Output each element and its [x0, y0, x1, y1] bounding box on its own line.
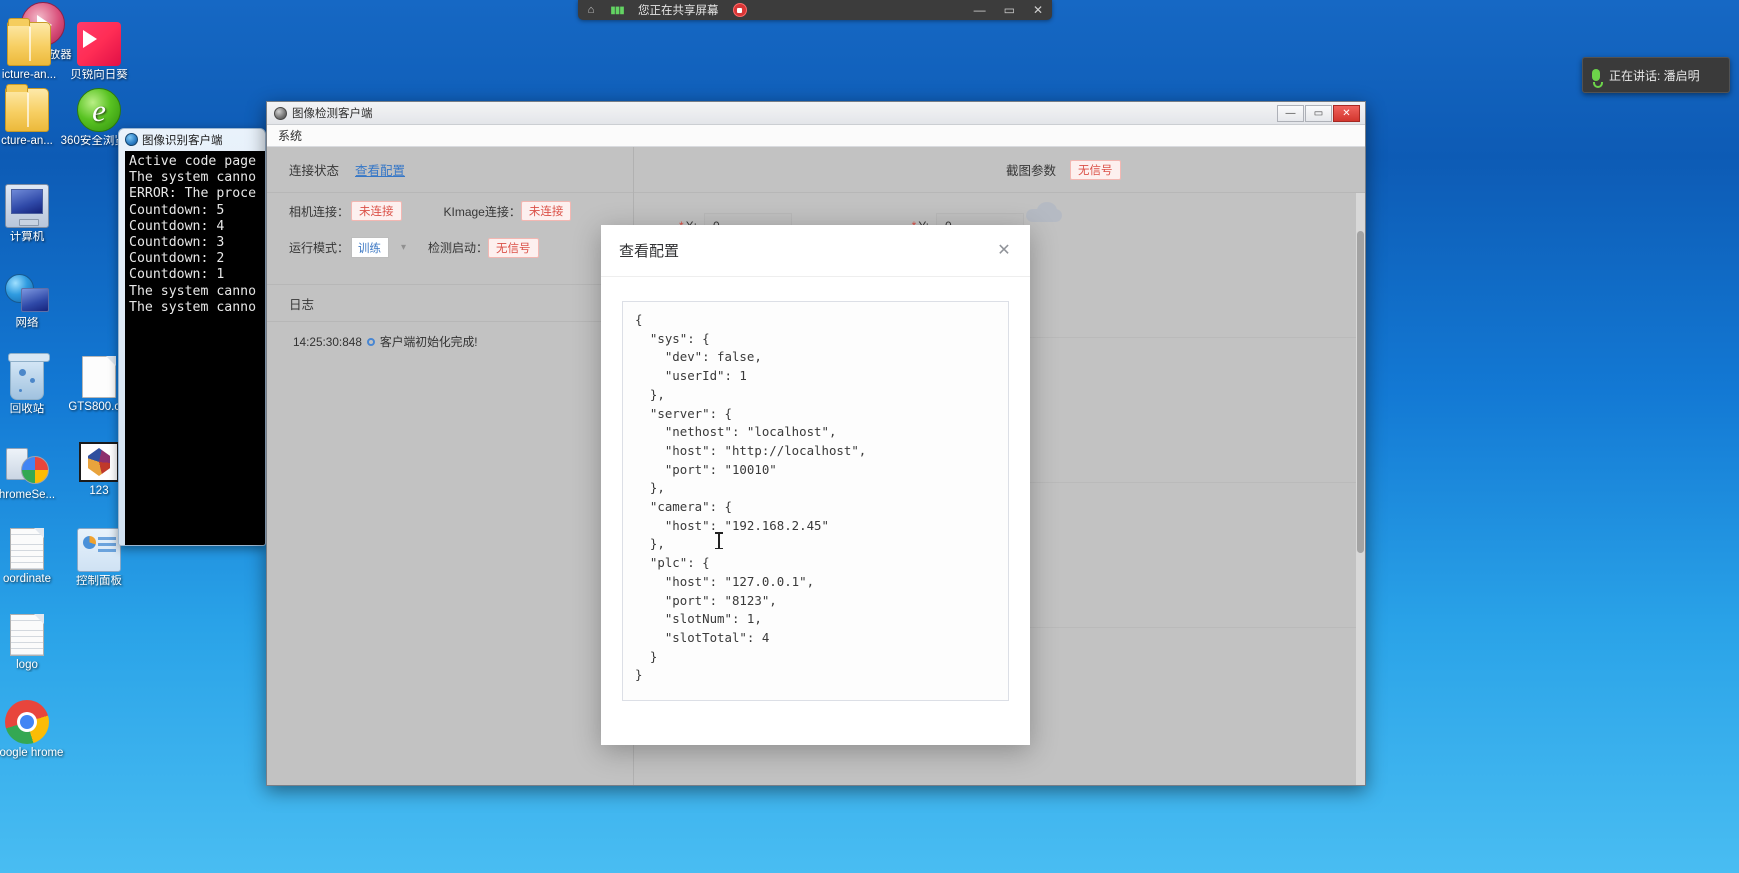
home-icon[interactable]: ⌂: [578, 0, 604, 20]
config-json-text: { "sys": { "dev": false, "userId": 1 }, …: [635, 312, 867, 683]
speaking-text: 正在讲话: 潘启明: [1609, 68, 1700, 83]
control-panel-icon: [77, 528, 121, 572]
sharebar-minimize-button[interactable]: —: [965, 3, 995, 17]
chrome-icon: [5, 700, 49, 744]
computer-icon: [5, 184, 49, 228]
sharebar-maximize-button[interactable]: ▭: [995, 3, 1024, 17]
sunflower-remote-icon: [77, 22, 121, 66]
config-file-icon: [82, 356, 116, 398]
desktop-icon-14[interactable]: Google hrome: [0, 700, 70, 760]
microphone-icon: [1583, 69, 1609, 88]
desktop-icon-13[interactable]: logo: [0, 614, 70, 672]
dialog-title: 查看配置: [619, 243, 680, 260]
text-cursor: [715, 532, 723, 549]
screen-share-toolbar[interactable]: ⌂ ▮▮▮ 您正在共享屏幕 — ▭ ✕: [578, 0, 1052, 20]
desktop-icon-label: logo: [16, 659, 38, 671]
desktop-icon-6[interactable]: 网络: [0, 270, 70, 330]
console-app-icon: [125, 133, 138, 146]
console-window[interactable]: 图像识别客户端 Active code page The system cann…: [118, 128, 266, 546]
close-icon[interactable]: ✕: [994, 241, 1014, 261]
desktop-icon-2[interactable]: 贝锐向日葵: [56, 22, 142, 82]
desktop-icon-label: Google hrome: [0, 747, 64, 759]
recycle-bin-icon: [8, 353, 50, 400]
folder-icon: [7, 18, 51, 66]
desktop-icon-label: 控制面板: [76, 575, 122, 587]
cube-app-icon: [79, 442, 119, 482]
text-file-icon: [10, 614, 44, 656]
browser-360-icon: [77, 88, 121, 132]
dialog-body: { "sys": { "dev": false, "userId": 1 }, …: [601, 277, 1030, 701]
desktop-icon-5[interactable]: 计算机: [0, 184, 70, 244]
folder-icon: [5, 84, 49, 132]
speaking-indicator: 正在讲话: 潘启明: [1582, 57, 1730, 93]
view-config-dialog[interactable]: 查看配置 ✕ { "sys": { "dev": false, "userId"…: [601, 225, 1030, 745]
desktop-icon-label: 贝锐向日葵: [70, 69, 128, 81]
console-output: Active code page The system canno ERROR:…: [125, 151, 265, 545]
sharebar-close-button[interactable]: ✕: [1024, 3, 1052, 17]
network-icon: [5, 270, 49, 314]
record-stop-icon[interactable]: [727, 0, 753, 20]
desktop-icon-label: 网络: [15, 317, 39, 329]
text-file-icon: [10, 528, 44, 570]
dialog-header: 查看配置 ✕: [601, 225, 1030, 277]
share-status-text: 您正在共享屏幕: [638, 5, 719, 17]
signal-icon: ▮▮▮: [610, 4, 625, 16]
console-titlebar: 图像识别客户端: [119, 129, 265, 150]
desktop-icon-label: 计算机: [9, 231, 45, 243]
console-title-text: 图像识别客户端: [142, 134, 223, 147]
config-json-viewer[interactable]: { "sys": { "dev": false, "userId": 1 }, …: [622, 301, 1009, 701]
chrome-setup-icon: [5, 442, 49, 486]
